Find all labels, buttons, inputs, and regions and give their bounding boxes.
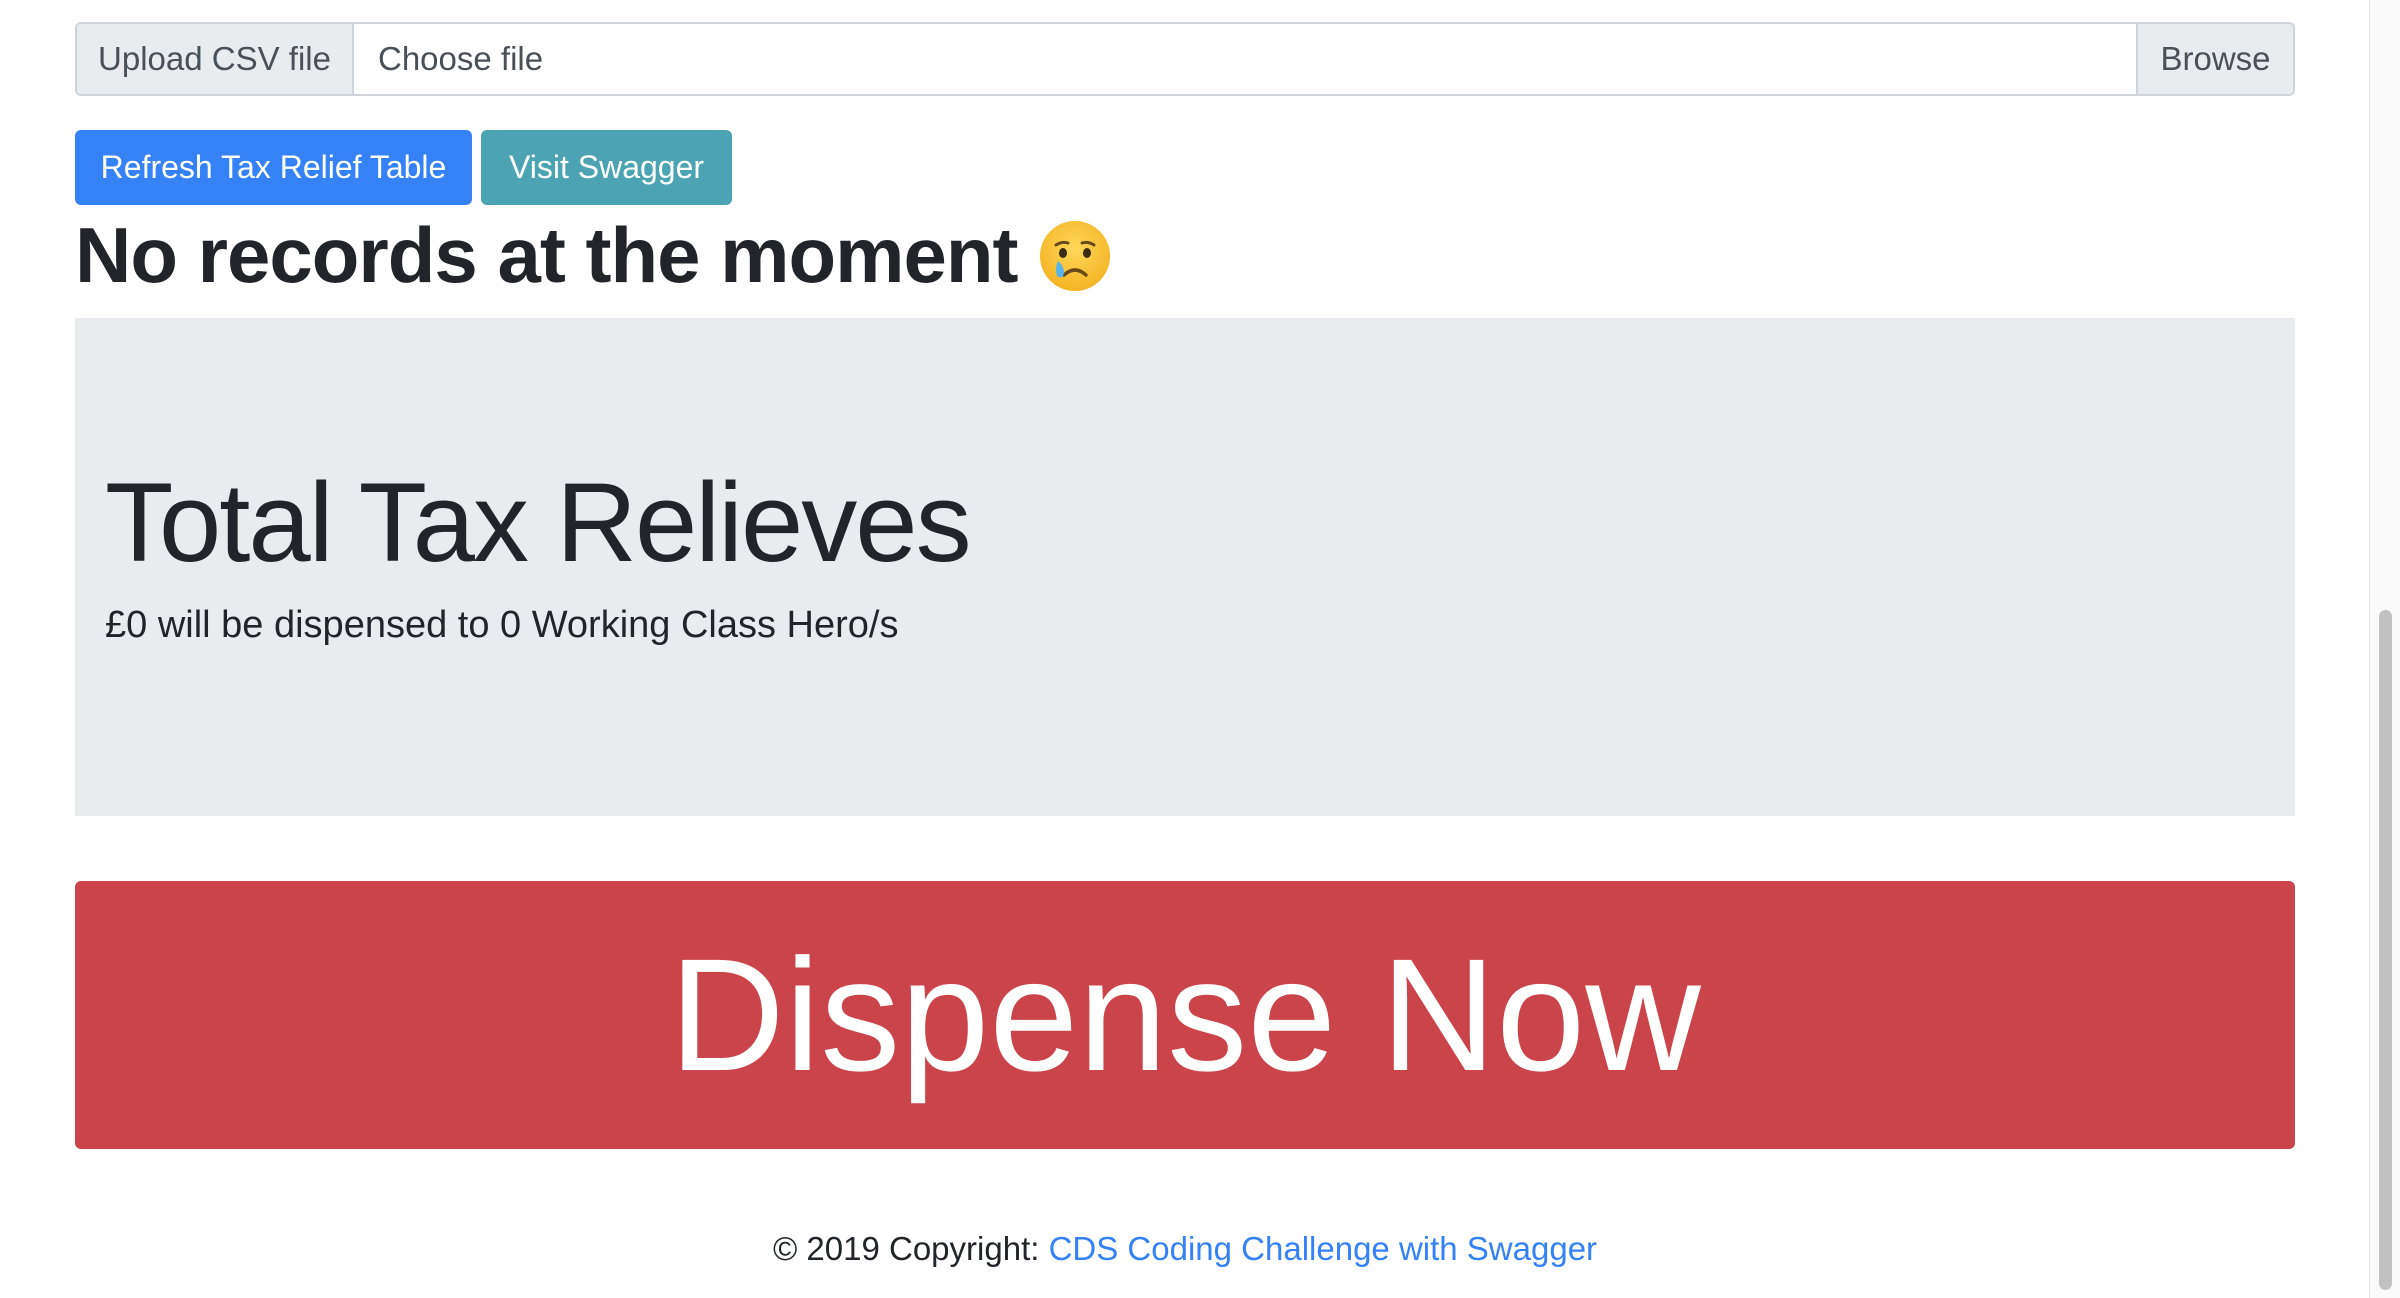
csv-upload-group: Upload CSV file Choose file Browse [75, 22, 2295, 96]
vertical-scrollbar[interactable] [2369, 0, 2400, 1298]
scrollbar-thumb[interactable] [2379, 610, 2392, 1290]
summary-title: Total Tax Relieves [105, 460, 972, 585]
refresh-tax-relief-button[interactable]: Refresh Tax Relief Table [75, 130, 472, 205]
dispense-now-button[interactable]: Dispense Now [75, 881, 2295, 1149]
upload-label: Upload CSV file [77, 24, 354, 94]
visit-swagger-button[interactable]: Visit Swagger [481, 130, 732, 205]
browse-button[interactable]: Browse [2136, 24, 2293, 94]
footer: © 2019 Copyright: CDS Coding Challenge w… [75, 1230, 2295, 1268]
no-records-heading: No records at the moment [75, 210, 1112, 301]
action-buttons: Refresh Tax Relief Table Visit Swagger [75, 130, 732, 205]
summary-description: £0 will be dispensed to 0 Working Class … [105, 604, 899, 646]
crying-face-icon [1038, 219, 1112, 293]
footer-copyright: © 2019 Copyright: [772, 1230, 1049, 1267]
footer-link[interactable]: CDS Coding Challenge with Swagger [1049, 1230, 1597, 1267]
file-input[interactable]: Choose file [354, 24, 2136, 94]
tax-relief-summary: Total Tax Relieves £0 will be dispensed … [75, 318, 2295, 816]
no-records-text: No records at the moment [75, 211, 1019, 299]
